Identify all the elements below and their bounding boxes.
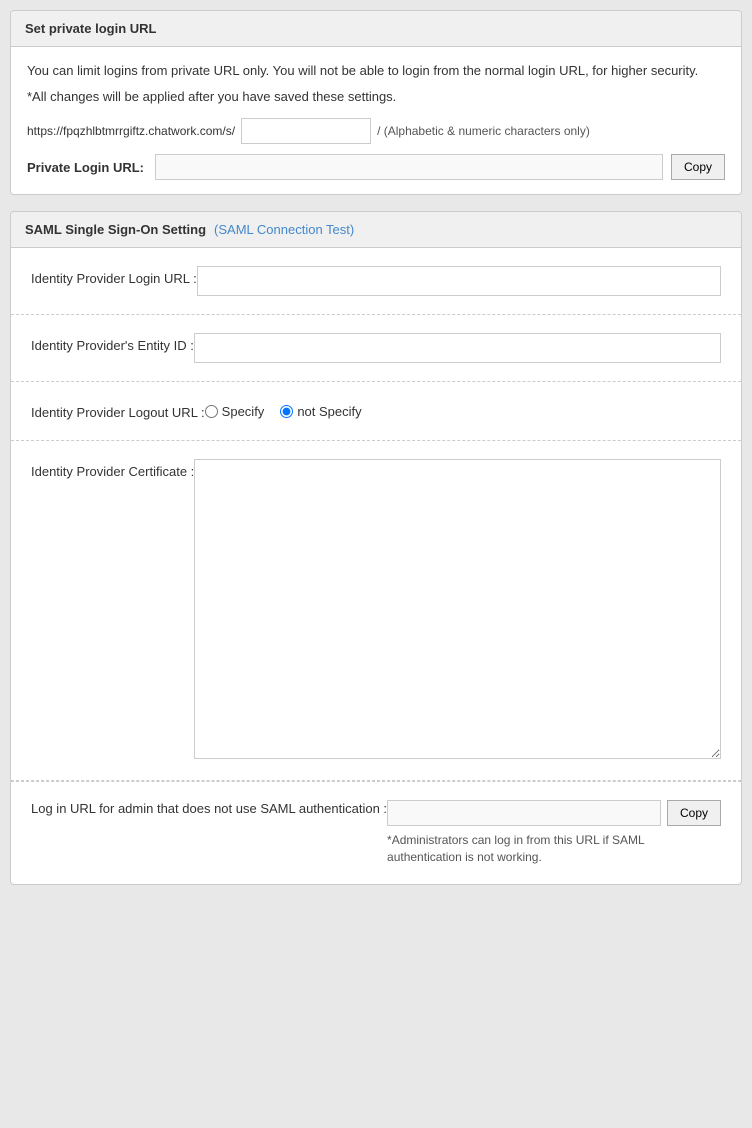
saml-card-header: SAML Single Sign-On Setting (SAML Connec… [11,212,741,248]
info-text-2: *All changes will be applied after you h… [27,87,725,107]
saml-field-entity-id [194,333,721,363]
admin-url-note: *Administrators can log in from this URL… [387,832,721,866]
admin-login-url-field: Copy *Administrators can log in from thi… [387,800,721,866]
url-slug-input[interactable] [241,118,371,144]
saml-row-login-url: Identity Provider Login URL : [11,248,741,315]
private-login-card: Set private login URL You can limit logi… [10,10,742,195]
admin-login-url-row: Log in URL for admin that does not use S… [11,781,741,884]
radio-specify[interactable] [205,405,218,418]
admin-input-row: Copy [387,800,721,826]
saml-connection-test-link[interactable]: (SAML Connection Test) [214,222,354,237]
private-login-card-header: Set private login URL [11,11,741,47]
radio-option-specify[interactable]: Specify [205,404,265,419]
private-login-card-body: You can limit logins from private URL on… [11,47,741,194]
url-prefix: https://fpqzhlbtmrrgiftz.chatwork.com/s/ [27,124,235,138]
private-url-copy-button[interactable]: Copy [671,154,725,180]
admin-login-url-input[interactable] [387,800,661,826]
radio-not-specify[interactable] [280,405,293,418]
saml-row-logout-url: Identity Provider Logout URL : Specify n… [11,382,741,441]
private-url-input[interactable] [155,154,663,180]
admin-login-url-label: Log in URL for admin that does not use S… [31,800,387,818]
saml-row-certificate: Identity Provider Certificate : [11,441,741,781]
private-url-display-row: Private Login URL: Copy [27,154,725,180]
radio-not-specify-label: not Specify [297,404,361,419]
private-login-title: Set private login URL [25,21,156,36]
admin-url-copy-button[interactable]: Copy [667,800,721,826]
radio-option-not-specify[interactable]: not Specify [280,404,361,419]
saml-title: SAML Single Sign-On Setting [25,222,206,237]
saml-field-logout-url: Specify not Specify [205,400,721,419]
radio-specify-label: Specify [222,404,265,419]
saml-row-entity-id: Identity Provider's Entity ID : [11,315,741,382]
saml-card-body: Identity Provider Login URL : Identity P… [11,248,741,884]
private-url-label: Private Login URL: [27,160,147,175]
identity-provider-entity-id-input[interactable] [194,333,721,363]
url-suffix: / (Alphabetic & numeric characters only) [377,124,590,138]
saml-label-entity-id: Identity Provider's Entity ID : [31,333,194,355]
info-text-1: You can limit logins from private URL on… [27,61,725,81]
saml-field-certificate [194,459,721,762]
saml-label-certificate: Identity Provider Certificate : [31,459,194,481]
identity-provider-login-url-input[interactable] [197,266,721,296]
saml-label-login-url: Identity Provider Login URL : [31,266,197,288]
saml-label-logout-url: Identity Provider Logout URL : [31,400,205,422]
saml-card: SAML Single Sign-On Setting (SAML Connec… [10,211,742,885]
url-builder-row: https://fpqzhlbtmrrgiftz.chatwork.com/s/… [27,118,725,144]
saml-field-login-url [197,266,721,296]
logout-url-radio-group: Specify not Specify [205,400,721,419]
identity-provider-certificate-textarea[interactable] [194,459,721,759]
